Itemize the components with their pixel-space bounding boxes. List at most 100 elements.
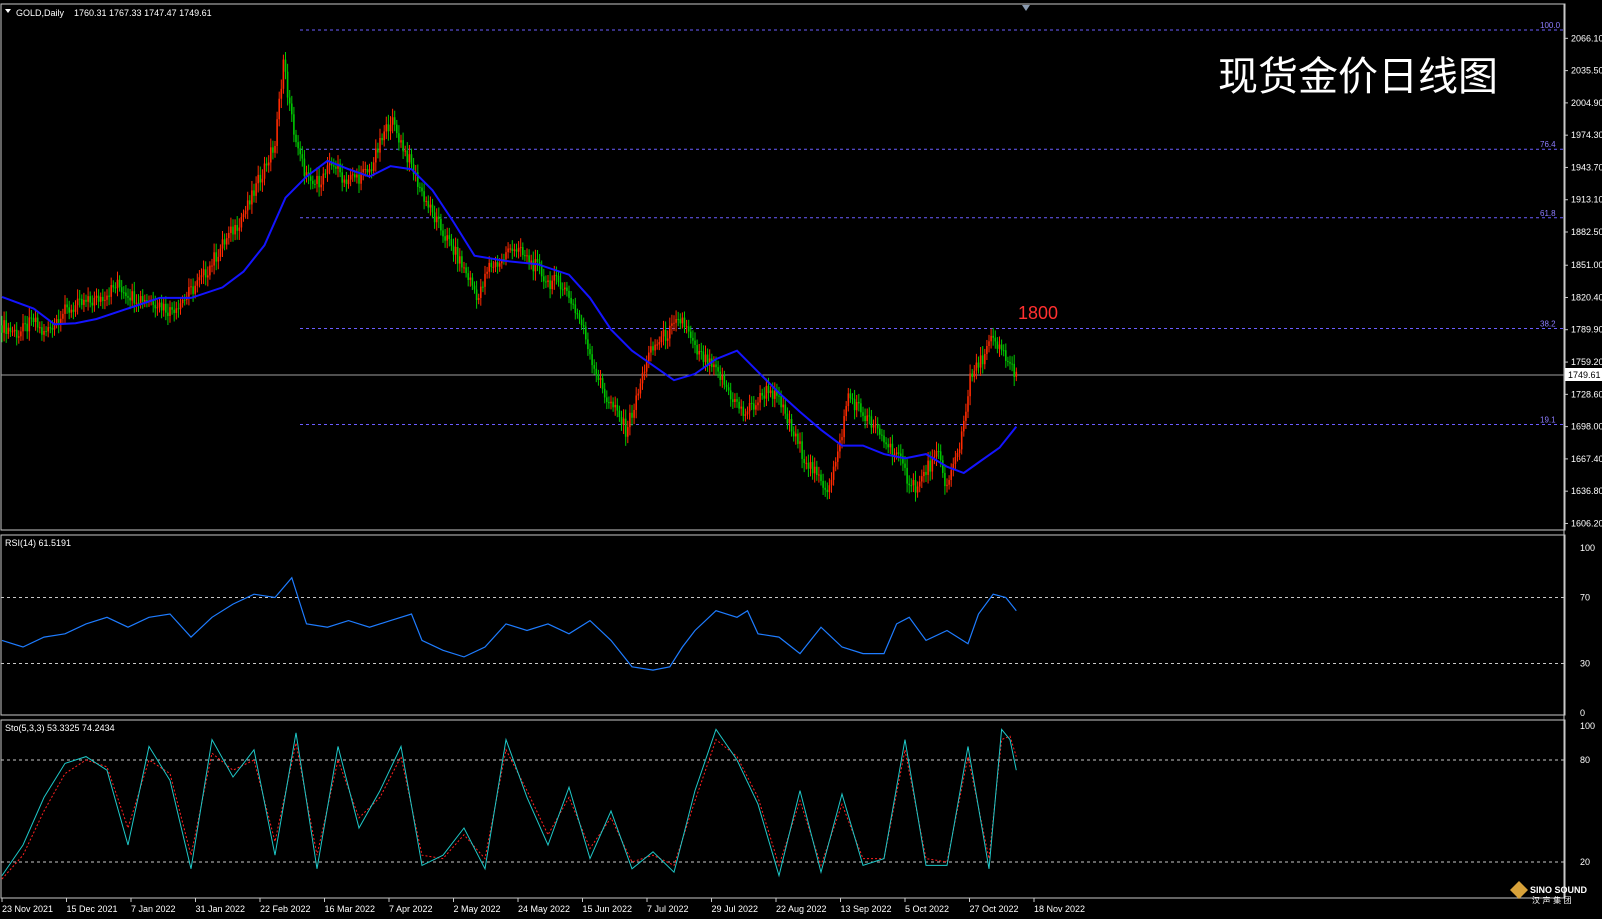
candle bbox=[795, 425, 797, 445]
candle bbox=[984, 348, 986, 370]
candle-body bbox=[792, 431, 795, 437]
candle bbox=[744, 408, 747, 422]
candle-body bbox=[87, 296, 89, 302]
candle bbox=[463, 261, 465, 274]
candle-body bbox=[631, 412, 633, 418]
candle bbox=[503, 253, 505, 265]
candle-body bbox=[660, 336, 663, 343]
candle-body bbox=[473, 285, 476, 290]
candle bbox=[545, 275, 547, 289]
candle-body bbox=[618, 410, 621, 417]
fib-label-61.8: 61.8 bbox=[1540, 209, 1556, 218]
candle-body bbox=[160, 302, 163, 311]
candle bbox=[681, 312, 684, 329]
candle-body bbox=[368, 169, 371, 173]
candle-body bbox=[110, 285, 112, 297]
candle-body bbox=[616, 404, 619, 411]
candle bbox=[118, 275, 121, 292]
candle-body bbox=[30, 317, 33, 319]
candle bbox=[1005, 343, 1007, 368]
candle-body bbox=[958, 449, 961, 454]
candle bbox=[246, 191, 249, 220]
candle bbox=[937, 443, 940, 460]
candle-body bbox=[47, 327, 49, 332]
candle-body bbox=[20, 331, 22, 337]
candle bbox=[41, 321, 43, 341]
shift-marker-icon[interactable] bbox=[1022, 5, 1030, 11]
candle bbox=[669, 317, 671, 347]
candle bbox=[977, 356, 980, 374]
candle bbox=[685, 319, 688, 334]
candle bbox=[112, 280, 115, 293]
candle bbox=[202, 260, 205, 284]
candle-body bbox=[123, 292, 125, 294]
candle-body bbox=[154, 304, 157, 309]
candle-body bbox=[484, 273, 486, 287]
candle-body bbox=[973, 370, 976, 377]
candle bbox=[125, 284, 127, 304]
price-tick-label: 1789.90 bbox=[1571, 325, 1602, 335]
candle-body bbox=[879, 428, 881, 435]
candle bbox=[614, 396, 616, 416]
collapse-triangle-icon[interactable] bbox=[5, 9, 11, 13]
logo-mark: SINO SOUND bbox=[1530, 885, 1588, 895]
candlestick-series bbox=[1, 52, 1018, 502]
candle bbox=[601, 373, 604, 394]
candle bbox=[261, 169, 264, 192]
stoch-signal-line bbox=[1, 735, 1017, 880]
candle bbox=[496, 255, 499, 274]
candle-body bbox=[727, 387, 730, 391]
candle bbox=[505, 246, 507, 266]
candle-body bbox=[666, 338, 669, 341]
candle-body bbox=[169, 307, 171, 317]
candle bbox=[104, 291, 106, 310]
candle-body bbox=[805, 462, 808, 464]
candle bbox=[887, 438, 889, 454]
candle-body bbox=[207, 275, 209, 278]
candle-body bbox=[830, 479, 833, 486]
candle bbox=[612, 397, 614, 412]
candle bbox=[687, 319, 690, 339]
candle bbox=[591, 345, 593, 374]
candle bbox=[641, 366, 644, 390]
candle bbox=[528, 249, 530, 270]
candle-body bbox=[534, 259, 537, 272]
candle-body bbox=[234, 225, 236, 235]
candle bbox=[438, 207, 440, 229]
candle-body bbox=[345, 179, 348, 185]
candle bbox=[973, 365, 976, 383]
candle bbox=[43, 324, 45, 342]
candle-body bbox=[990, 335, 992, 342]
candle-body bbox=[173, 309, 175, 313]
candle-body bbox=[440, 218, 442, 231]
candle bbox=[740, 399, 742, 416]
candle bbox=[137, 294, 140, 313]
candle-body bbox=[347, 179, 350, 185]
candle bbox=[158, 297, 161, 313]
candle bbox=[900, 444, 902, 466]
candle bbox=[969, 364, 971, 406]
candle bbox=[585, 321, 587, 345]
candle bbox=[725, 380, 728, 392]
candle bbox=[314, 179, 316, 189]
candle-body bbox=[251, 190, 253, 205]
candle bbox=[944, 464, 946, 495]
candle-body bbox=[171, 307, 173, 310]
candle bbox=[488, 256, 490, 279]
candle bbox=[750, 396, 753, 411]
candle-body bbox=[498, 263, 501, 267]
candle-body bbox=[118, 279, 121, 288]
price-tick-label: 2066.10 bbox=[1571, 33, 1602, 43]
candle bbox=[467, 266, 469, 287]
candle-body bbox=[15, 329, 18, 338]
candle-body bbox=[883, 435, 885, 443]
candle bbox=[988, 334, 990, 353]
candle-body bbox=[114, 287, 117, 289]
candle bbox=[475, 280, 478, 309]
candle-body bbox=[192, 286, 194, 294]
time-tick-label: 29 Jul 2022 bbox=[712, 904, 759, 914]
candle bbox=[267, 155, 270, 173]
candle bbox=[435, 208, 438, 231]
candle bbox=[912, 473, 915, 493]
candle-body bbox=[162, 303, 165, 311]
